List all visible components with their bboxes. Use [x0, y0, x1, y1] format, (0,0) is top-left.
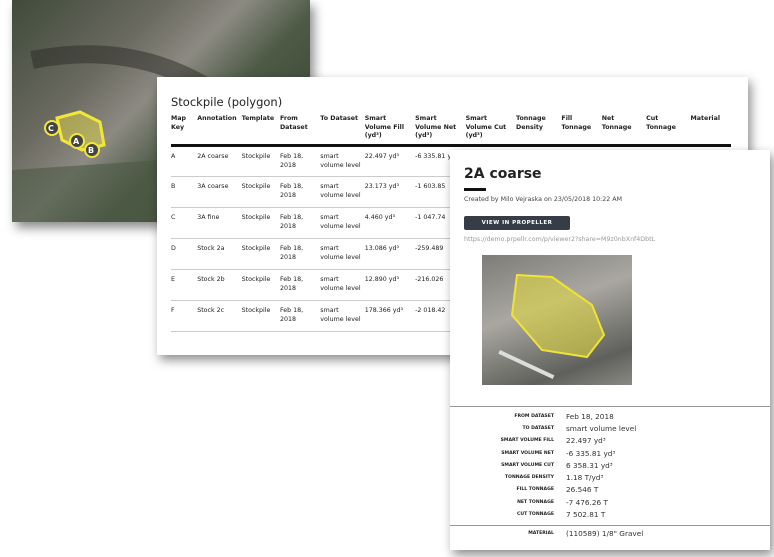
table-cell: 22.497 yd³: [364, 145, 416, 177]
created-by: Created by Milo Vejraska on 23/05/2018 1…: [464, 196, 623, 203]
table-cell: Feb 18, 2018: [279, 300, 321, 332]
stockpile-photo: [482, 255, 632, 385]
column-header: Annotation: [197, 113, 242, 147]
property-row: Material (110589) 1/8" Gravel: [450, 524, 770, 538]
property-label: Material: [528, 530, 554, 536]
property-label: Smart volume cut: [501, 462, 554, 468]
property-row: Smart volume cut 6 358.31 yd³: [450, 459, 770, 471]
property-row: Smart volume net -6 335.81 yd³: [450, 447, 770, 459]
property-row: Tonnage density 1.18 T/yd³: [450, 471, 770, 483]
table-cell: smart volume level: [320, 238, 365, 270]
column-header: Tonnage Density: [516, 113, 562, 147]
property-row: To dataset smart volume level: [450, 422, 770, 434]
property-label: Net tonnage: [517, 499, 554, 505]
table-cell: D: [171, 238, 198, 270]
column-header: Net Tonnage: [601, 113, 647, 147]
table-cell: Feb 18, 2018: [279, 207, 321, 239]
map-label-a: A: [73, 137, 80, 146]
column-header: Smart Volume Cut (yd³): [465, 113, 516, 147]
table-cell: 178.366 yd³: [364, 300, 416, 332]
property-value: Feb 18, 2018: [566, 411, 614, 421]
property-label: Smart volume net: [501, 450, 554, 456]
annotation-detail-document: 2A coarse Created by Milo Vejraska on 23…: [450, 150, 770, 550]
table-title: Stockpile (polygon): [171, 95, 283, 109]
property-row: Fill tonnage 26.546 T: [450, 484, 770, 496]
table-cell: smart volume level: [320, 269, 365, 301]
table-cell: smart volume level: [320, 300, 365, 332]
column-header: Map Key: [171, 113, 198, 147]
table-cell: Stockpile: [241, 238, 280, 270]
table-cell: Feb 18, 2018: [279, 269, 321, 301]
table-cell: C: [171, 207, 198, 239]
property-label: Cut tonnage: [516, 512, 554, 518]
table-cell: 2A coarse: [197, 145, 242, 177]
table-cell: Stockpile: [241, 269, 280, 301]
table-cell: Feb 18, 2018: [279, 145, 321, 177]
column-header: To Dataset: [320, 113, 365, 147]
view-in-propeller-button[interactable]: VIEW IN PROPELLER: [464, 216, 570, 230]
share-link[interactable]: https://demo.prpellr.com/p/viewer2?share…: [464, 236, 756, 243]
property-value: 22.497 yd³: [566, 436, 606, 446]
property-value: 7 502.81 T: [566, 510, 606, 520]
column-header: Template: [241, 113, 280, 147]
property-value: 1.18 T/yd³: [566, 473, 604, 483]
table-cell: 3A coarse: [197, 176, 242, 208]
table-cell: 4.460 yd³: [364, 207, 416, 239]
table-cell: Stock 2b: [197, 269, 242, 301]
table-cell: Feb 18, 2018: [279, 238, 321, 270]
column-header: Smart Volume Fill (yd³): [364, 113, 416, 147]
table-cell: F: [171, 300, 198, 332]
property-label: From dataset: [514, 413, 554, 419]
table-cell: Feb 18, 2018: [279, 176, 321, 208]
property-row: Net tonnage -7 476.26 T: [450, 496, 770, 508]
table-cell: Stockpile: [241, 145, 280, 177]
table-cell: 3A fine: [197, 207, 242, 239]
map-label-c: C: [48, 124, 54, 133]
column-header: Cut Tonnage: [646, 113, 691, 147]
table-cell: smart volume level: [320, 176, 365, 208]
table-cell: Stock 2a: [197, 238, 242, 270]
column-header: Material: [690, 113, 731, 147]
table-cell: 23.173 yd³: [364, 176, 416, 208]
title-underline: [464, 188, 486, 191]
property-label: Fill tonnage: [516, 487, 555, 493]
property-value: 26.546 T: [566, 485, 599, 495]
column-header: From Dataset: [279, 113, 321, 147]
property-value: smart volume level: [566, 423, 637, 433]
property-row: From dataset Feb 18, 2018: [450, 410, 770, 422]
table-cell: 12.890 yd³: [364, 269, 416, 301]
properties-list: From dataset Feb 18, 2018 To dataset smart …: [450, 406, 770, 538]
table-cell: Stock 2c: [197, 300, 242, 332]
table-cell: A: [171, 145, 198, 177]
property-label: Smart volume fill: [500, 438, 554, 444]
property-value: 6 358.31 yd³: [566, 460, 613, 470]
table-cell: smart volume level: [320, 145, 365, 177]
property-value: -6 335.81 yd³: [566, 448, 616, 458]
table-cell: 13.086 yd³: [364, 238, 416, 270]
table-cell: smart volume level: [320, 207, 365, 239]
property-row: Smart volume fill 22.497 yd³: [450, 435, 770, 447]
table-cell: Stockpile: [241, 176, 280, 208]
map-label-b: B: [88, 146, 94, 155]
property-value: (110589) 1/8" Gravel: [566, 528, 644, 538]
property-value: -7 476.26 T: [566, 497, 608, 507]
table-cell: B: [171, 176, 198, 208]
property-label: To dataset: [522, 425, 554, 431]
property-label: Tonnage density: [504, 475, 554, 481]
table-cell: Stockpile: [241, 207, 280, 239]
table-cell: E: [171, 269, 198, 301]
table-cell: Stockpile: [241, 300, 280, 332]
column-header: Fill Tonnage: [561, 113, 602, 147]
column-header: Smart Volume Net (yd³): [415, 113, 466, 147]
annotation-title: 2A coarse: [464, 166, 542, 182]
property-row: Cut tonnage 7 502.81 T: [450, 508, 770, 520]
